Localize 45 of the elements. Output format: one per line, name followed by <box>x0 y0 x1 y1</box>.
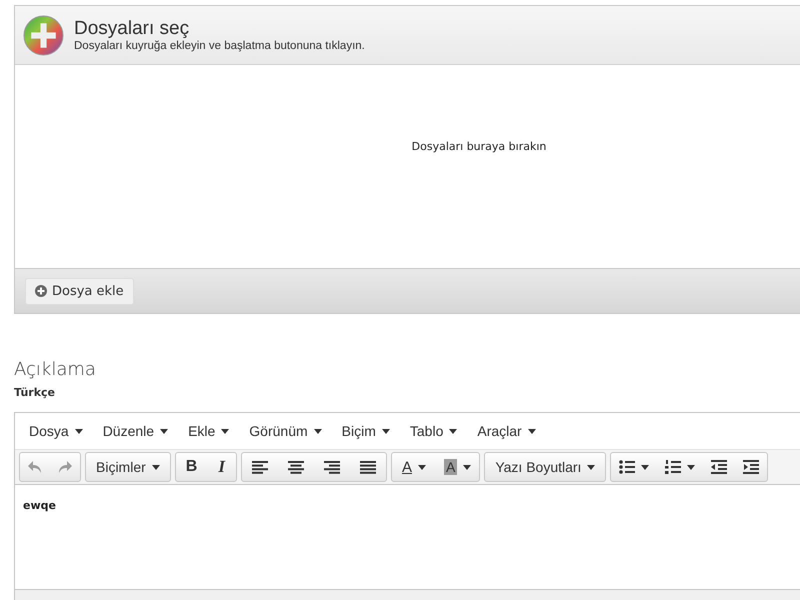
background-color-button[interactable]: A <box>436 453 480 481</box>
caret-icon <box>418 464 426 470</box>
section-heading: Açıklama <box>14 358 97 382</box>
caret-icon <box>449 428 458 434</box>
plus-circle-icon <box>35 285 47 297</box>
arrow-icon <box>57 459 73 475</box>
caret-icon <box>463 464 472 470</box>
indent-icon <box>743 459 760 475</box>
menu-item[interactable]: Biçim <box>332 423 400 439</box>
caret-icon <box>221 428 230 434</box>
numbered-list-icon <box>665 459 682 475</box>
drop-hint: Dosyaları buraya bırakın <box>412 140 546 153</box>
uploader-title: Dosyaları seç <box>74 18 190 40</box>
language-label: Türkçe <box>14 386 56 400</box>
text-color-button[interactable]: A <box>392 453 436 481</box>
caret-icon <box>160 428 168 434</box>
editor-content[interactable]: ewqe <box>15 485 800 589</box>
caret-icon <box>528 428 536 434</box>
caret-icon <box>382 428 390 434</box>
arrow-icon <box>27 459 43 475</box>
caret-icon <box>314 428 322 434</box>
uploader-subtitle: Dosyaları kuyruğa ekleyin ve başlatma butonuna tıklayın. <box>74 40 365 52</box>
dropdown-button[interactable]: Biçimler <box>86 453 170 481</box>
caret-icon <box>687 464 696 470</box>
caret-icon <box>74 428 83 434</box>
outdent-icon <box>711 459 728 475</box>
menu-item[interactable]: Tablo <box>400 423 468 439</box>
align-center-icon <box>288 459 304 475</box>
menu-item[interactable]: Düzenle <box>92 423 178 439</box>
caret-icon <box>152 464 160 470</box>
italic-button[interactable]: I <box>207 453 236 481</box>
add-file-button[interactable]: Dosya ekle <box>25 278 134 304</box>
caret-icon <box>587 464 596 470</box>
bold-button[interactable]: B <box>176 453 208 481</box>
justify-icon <box>360 459 376 475</box>
menu-item[interactable]: Ekle <box>178 423 240 439</box>
menu-item[interactable]: Dosya <box>19 423 93 439</box>
dropdown-button[interactable]: Yazı Boyutları <box>485 453 606 481</box>
caret-icon <box>641 464 650 470</box>
add-icon <box>23 14 64 56</box>
menu-item[interactable]: Araçlar <box>467 423 546 439</box>
menu-item[interactable]: Görünüm <box>239 423 332 439</box>
bullet-list-icon <box>619 459 636 475</box>
align-left-icon <box>252 459 268 475</box>
align-right-icon <box>324 459 340 475</box>
